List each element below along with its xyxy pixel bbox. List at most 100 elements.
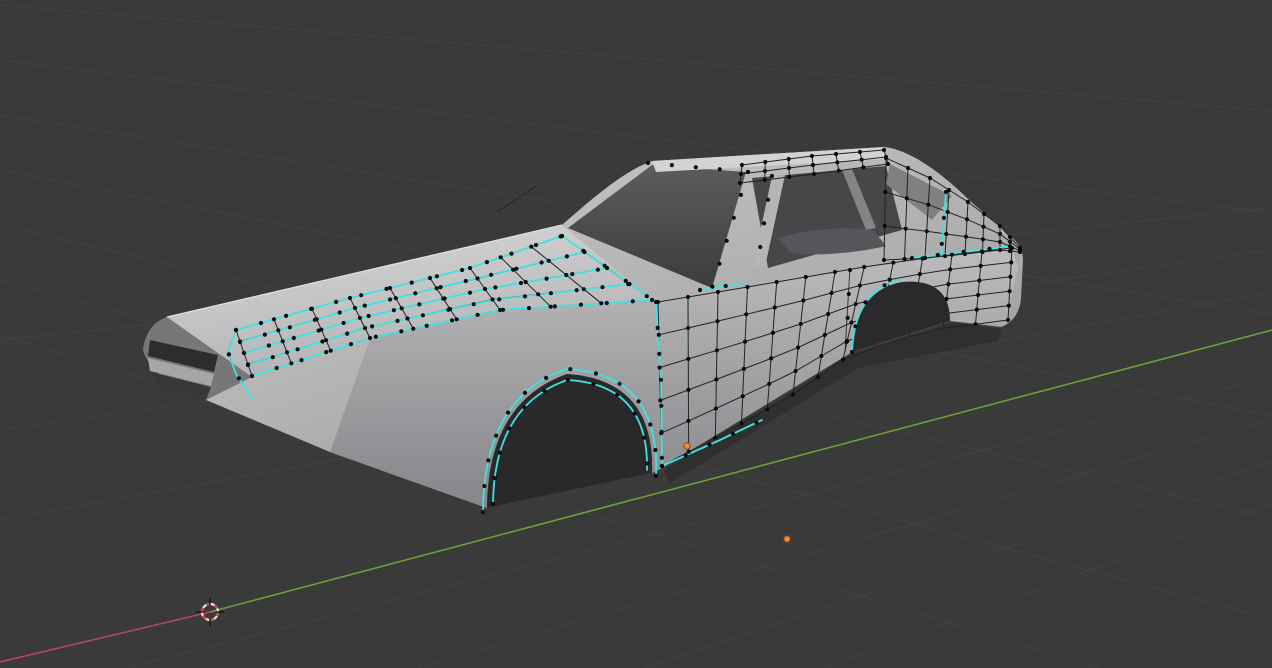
mesh-vertex[interactable] bbox=[475, 276, 480, 281]
mesh-vertex[interactable] bbox=[762, 168, 768, 174]
mesh-vertex[interactable] bbox=[793, 368, 798, 374]
object-origin-point[interactable] bbox=[683, 442, 691, 450]
mesh-vertex[interactable] bbox=[518, 280, 524, 286]
mesh-vertex[interactable] bbox=[745, 284, 750, 290]
mesh-vertex[interactable] bbox=[1007, 234, 1013, 240]
mesh-vertex[interactable] bbox=[974, 307, 979, 312]
mesh-vertex[interactable] bbox=[658, 398, 663, 403]
mesh-vertex[interactable] bbox=[497, 297, 502, 302]
mesh-vertex[interactable] bbox=[490, 501, 496, 507]
mesh-vertex[interactable] bbox=[289, 361, 294, 366]
mesh-vertex[interactable] bbox=[258, 320, 264, 326]
mesh-vertex[interactable] bbox=[482, 286, 488, 292]
mesh-vertex[interactable] bbox=[595, 267, 601, 272]
mesh-vertex[interactable] bbox=[446, 307, 451, 312]
mesh-vertex[interactable] bbox=[334, 299, 339, 304]
mesh-vertex[interactable] bbox=[770, 330, 776, 335]
mesh-vertex[interactable] bbox=[686, 387, 691, 392]
mesh-vertex[interactable] bbox=[659, 403, 664, 408]
mesh-vertex[interactable] bbox=[299, 358, 304, 363]
mesh-vertex[interactable] bbox=[769, 173, 775, 179]
mesh-vertex[interactable] bbox=[758, 244, 763, 250]
mesh-vertex[interactable] bbox=[977, 278, 982, 283]
mesh-vertex[interactable] bbox=[463, 278, 468, 284]
mesh-vertex[interactable] bbox=[997, 223, 1003, 229]
mesh-vertex[interactable] bbox=[976, 292, 981, 298]
mesh-vertex[interactable] bbox=[600, 285, 605, 290]
mesh-vertex[interactable] bbox=[226, 352, 231, 357]
mesh-vertex[interactable] bbox=[526, 306, 532, 311]
mesh-vertex[interactable] bbox=[847, 267, 853, 273]
mesh-vertex[interactable] bbox=[659, 463, 665, 469]
mesh-vertex[interactable] bbox=[484, 260, 489, 265]
mesh-vertex[interactable] bbox=[887, 277, 892, 282]
mesh-vertex[interactable] bbox=[388, 297, 393, 302]
mesh-vertex[interactable] bbox=[434, 286, 439, 291]
mesh-vertex[interactable] bbox=[245, 362, 251, 368]
mesh-vertex[interactable] bbox=[766, 197, 771, 202]
mesh-vertex[interactable] bbox=[249, 373, 255, 379]
mesh-vertex[interactable] bbox=[745, 169, 751, 175]
mesh-vertex[interactable] bbox=[323, 338, 329, 343]
mesh-vertex[interactable] bbox=[409, 280, 414, 285]
mesh-vertex[interactable] bbox=[291, 335, 296, 341]
mesh-vertex[interactable] bbox=[270, 355, 275, 360]
mesh-vertex[interactable] bbox=[754, 420, 759, 425]
mesh-vertex[interactable] bbox=[944, 231, 949, 237]
mesh-vertex[interactable] bbox=[337, 310, 342, 315]
object-origin-point[interactable] bbox=[783, 535, 791, 543]
mesh-vertex[interactable] bbox=[835, 160, 840, 165]
mesh-vertex[interactable] bbox=[645, 160, 651, 166]
mesh-vertex[interactable] bbox=[565, 377, 571, 383]
mesh-vertex[interactable] bbox=[961, 249, 966, 254]
mesh-vertex[interactable] bbox=[494, 433, 499, 438]
mesh-vertex[interactable] bbox=[853, 324, 858, 329]
mesh-vertex[interactable] bbox=[387, 285, 393, 291]
mesh-vertex[interactable] bbox=[391, 308, 396, 313]
mesh-vertex[interactable] bbox=[740, 394, 745, 399]
mesh-vertex[interactable] bbox=[347, 295, 353, 301]
mesh-vertex[interactable] bbox=[857, 149, 863, 155]
mesh-vertex[interactable] bbox=[844, 339, 849, 344]
mesh-vertex[interactable] bbox=[536, 292, 541, 297]
mesh-vertex[interactable] bbox=[763, 159, 768, 165]
mesh-vertex[interactable] bbox=[615, 392, 620, 397]
mesh-vertex[interactable] bbox=[939, 241, 944, 246]
mesh-vertex[interactable] bbox=[883, 189, 888, 195]
mesh-vertex[interactable] bbox=[707, 442, 712, 447]
mesh-vertex[interactable] bbox=[552, 304, 558, 309]
mesh-vertex[interactable] bbox=[978, 263, 983, 268]
mesh-vertex[interactable] bbox=[424, 323, 429, 328]
mesh-vertex[interactable] bbox=[658, 377, 664, 382]
mesh-vertex[interactable] bbox=[832, 269, 838, 275]
mesh-vertex[interactable] bbox=[853, 301, 858, 307]
mesh-vertex[interactable] bbox=[417, 302, 422, 307]
mesh-vertex[interactable] bbox=[738, 192, 744, 197]
mesh-vertex[interactable] bbox=[352, 305, 358, 311]
mesh-vertex[interactable] bbox=[498, 255, 503, 260]
mesh-vertex[interactable] bbox=[506, 410, 511, 415]
mesh-vertex[interactable] bbox=[885, 161, 891, 167]
mesh-vertex[interactable] bbox=[241, 350, 247, 356]
mesh-vertex[interactable] bbox=[774, 279, 779, 285]
mesh-vertex[interactable] bbox=[822, 332, 827, 338]
mesh-vertex[interactable] bbox=[786, 165, 792, 171]
mesh-vertex[interactable] bbox=[593, 371, 599, 376]
mesh-vertex[interactable] bbox=[475, 312, 480, 317]
mesh-vertex[interactable] bbox=[686, 449, 691, 454]
mesh-vertex[interactable] bbox=[942, 253, 948, 259]
mesh-vertex[interactable] bbox=[857, 283, 863, 288]
mesh-vertex[interactable] bbox=[427, 275, 433, 281]
mesh-vertex[interactable] bbox=[826, 311, 831, 317]
mesh-vertex[interactable] bbox=[935, 252, 940, 258]
mesh-vertex[interactable] bbox=[405, 316, 410, 321]
mesh-vertex[interactable] bbox=[384, 286, 389, 291]
mesh-vertex[interactable] bbox=[507, 426, 512, 431]
mesh-vertex[interactable] bbox=[739, 421, 744, 426]
mesh-vertex[interactable] bbox=[320, 339, 325, 344]
mesh-vertex[interactable] bbox=[810, 162, 816, 168]
mesh-vertex[interactable] bbox=[924, 229, 929, 234]
mesh-vertex[interactable] bbox=[715, 289, 721, 295]
mesh-vertex[interactable] bbox=[509, 251, 514, 256]
mesh-vertex[interactable] bbox=[659, 455, 665, 460]
